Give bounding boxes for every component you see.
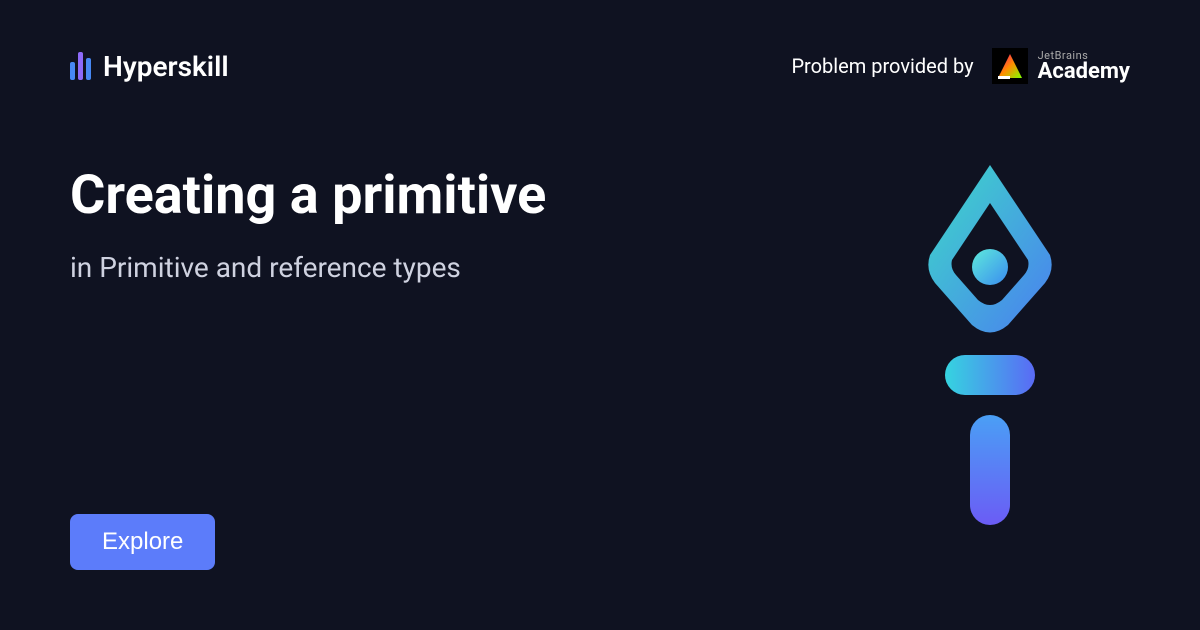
provider-section: Problem provided by Je [791,48,1130,84]
jetbrains-academy-label: Academy [1038,61,1130,83]
header: Hyperskill Problem provided by [0,0,1200,84]
hyperskill-bars-icon [70,52,91,80]
jetbrains-academy-logo: JetBrains Academy [992,48,1130,84]
text-content: Creating a primitive in Primitive and re… [70,164,546,284]
jetbrains-icon [992,48,1028,84]
page-title: Creating a primitive [70,164,546,227]
page-subtitle: in Primitive and reference types [70,251,546,284]
jetbrains-text: JetBrains Academy [1038,50,1130,83]
provider-label: Problem provided by [791,54,973,78]
explore-button[interactable]: Explore [70,514,215,570]
hyperskill-logo-text: Hyperskill [103,50,229,83]
pen-graphic-icon [890,155,1090,555]
hyperskill-logo: Hyperskill [70,50,229,83]
